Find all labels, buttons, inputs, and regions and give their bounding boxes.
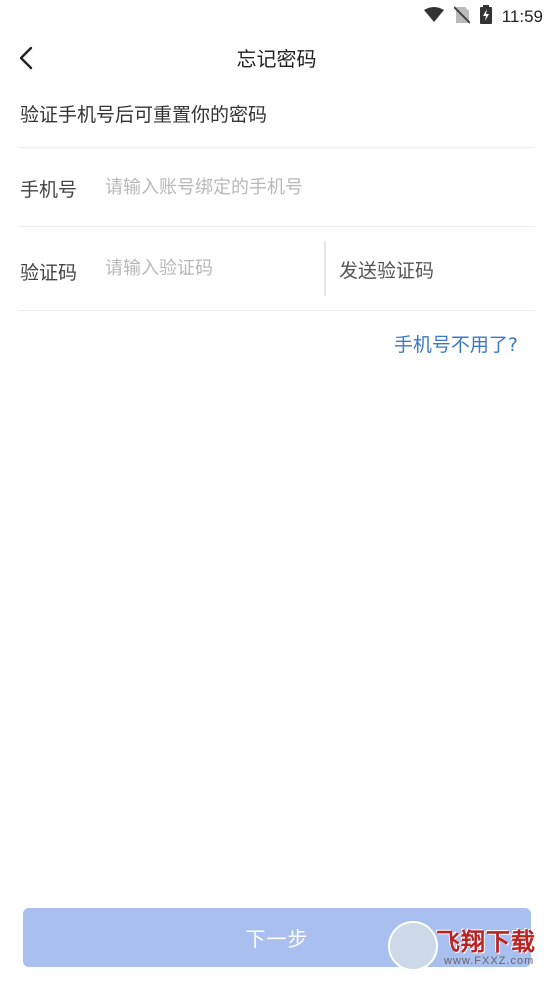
phone-label: 手机号 (20, 179, 78, 201)
watermark-text: 飞翔下载 (436, 928, 536, 956)
code-input[interactable] (105, 256, 315, 280)
status-bar: 11:59 (0, 0, 553, 32)
divider (18, 226, 535, 227)
status-time: 11:59 (501, 6, 543, 26)
page-title: 忘记密码 (236, 47, 317, 71)
divider (18, 310, 535, 311)
nav-bar: 忘记密码 (0, 32, 553, 82)
phone-input[interactable] (105, 175, 525, 199)
watermark-url: www.FXXZ.com (444, 955, 535, 967)
code-label: 验证码 (20, 262, 78, 284)
watermark-logo-icon (388, 921, 438, 971)
send-code-button[interactable]: 发送验证码 (339, 256, 434, 283)
divider (18, 147, 535, 148)
wifi-icon (423, 6, 444, 27)
vertical-separator (324, 241, 326, 296)
instruction-text: 验证手机号后可重置你的密码 (20, 104, 268, 126)
watermark: 飞翔下载 www.FXXZ.com (388, 920, 540, 972)
battery-charging-icon (479, 5, 492, 28)
no-sim-icon (453, 5, 471, 28)
phone-unavailable-link[interactable]: 手机号不用了? (394, 330, 518, 357)
